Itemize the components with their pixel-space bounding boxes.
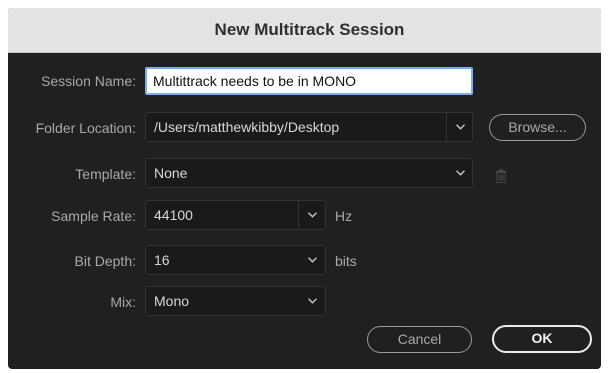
dialog-titlebar: New Multitrack Session (8, 8, 601, 53)
template-dropdown[interactable]: None (145, 158, 473, 188)
bit-depth-dropdown[interactable]: 16 (145, 245, 326, 275)
trash-icon[interactable] (495, 169, 507, 183)
sample-rate-label: Sample Rate: (51, 208, 136, 224)
session-name-label: Session Name: (41, 73, 136, 89)
folder-location-value: /Users/matthewkibby/Desktop (154, 119, 340, 135)
folder-location-label: Folder Location: (35, 120, 136, 136)
folder-location-dropdown[interactable]: /Users/matthewkibby/Desktop (145, 112, 473, 142)
chevron-down-icon (308, 212, 317, 218)
sample-rate-value: 44100 (154, 207, 193, 223)
ok-button[interactable]: OK (492, 325, 592, 353)
chevron-down-icon (456, 170, 465, 176)
chevron-down-icon (456, 124, 465, 130)
mix-dropdown[interactable]: Mono (145, 286, 326, 316)
sample-rate-combo[interactable]: 44100 (145, 200, 326, 230)
mix-value: Mono (154, 293, 190, 309)
browse-button[interactable]: Browse... (489, 114, 586, 141)
chevron-down-icon (308, 257, 317, 263)
bit-depth-label: Bit Depth: (74, 253, 136, 269)
bit-depth-value: 16 (154, 252, 170, 268)
mix-label: Mix: (110, 294, 136, 310)
cancel-button[interactable]: Cancel (367, 326, 472, 353)
template-value: None (154, 165, 188, 181)
bit-depth-unit: bits (335, 253, 357, 269)
new-multitrack-session-dialog: New Multitrack Session Session Name: Mul… (8, 8, 601, 369)
chevron-down-icon (308, 298, 317, 304)
sample-rate-unit: Hz (335, 208, 353, 224)
dialog-title: New Multitrack Session (214, 20, 405, 39)
template-label: Template: (75, 166, 136, 182)
session-name-input[interactable]: Multittrack needs to be in MONO (145, 67, 473, 95)
